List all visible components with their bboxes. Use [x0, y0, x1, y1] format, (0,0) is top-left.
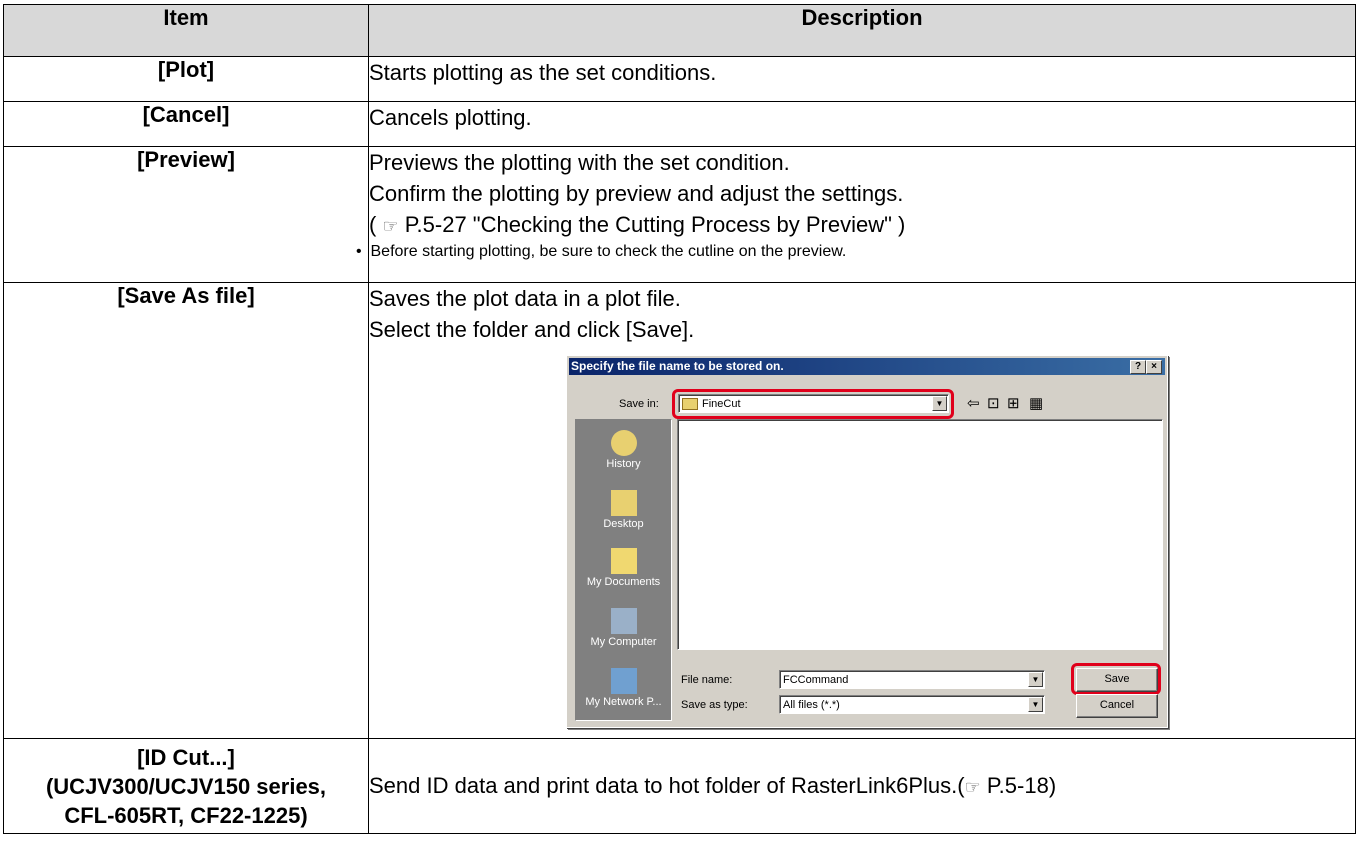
view-menu-icon[interactable]: ▦	[1029, 396, 1043, 412]
back-icon[interactable]: ⇦	[967, 396, 980, 412]
new-folder-icon[interactable]: ⊞	[1007, 396, 1020, 412]
network-icon	[610, 668, 637, 694]
desc-save-as-file: Saves the plot data in a plot file. Sele…	[368, 282, 1356, 739]
item-cancel: [Cancel]	[3, 101, 369, 147]
item-plot: [Plot]	[3, 56, 369, 102]
ref-text: P.5-27 "Checking the Cutting Process by …	[398, 212, 906, 237]
history-icon	[610, 430, 637, 456]
bullet-icon: •	[356, 243, 371, 260]
desc-line: Select the folder and click [Save].	[369, 317, 695, 342]
file-name-input[interactable]: FCCommand ▼	[779, 670, 1045, 689]
table-row: [Save As file] Saves the plot data in a …	[3, 282, 1356, 739]
save-dialog: Specify the file name to be stored on. ?…	[566, 355, 1168, 728]
pointing-hand-icon: ☞	[964, 776, 981, 798]
table-row: [ID Cut...] (UCJV300/UCJV150 series, CFL…	[3, 738, 1356, 834]
table-row: [Plot] Starts plotting as the set condit…	[3, 56, 1356, 102]
desc-preview: Previews the plotting with the set condi…	[356, 146, 1356, 283]
file-name-value: FCCommand	[783, 674, 849, 686]
save-type-label: Save as type:	[681, 699, 748, 711]
file-name-label: File name:	[681, 674, 733, 686]
place-my-computer[interactable]: My Computer	[576, 608, 671, 649]
up-folder-icon[interactable]: ⊡	[987, 396, 1000, 412]
help-button[interactable]: ?	[1130, 360, 1146, 374]
pointing-hand-icon: ☞	[382, 216, 399, 237]
dialog-title: Specify the file name to be stored on.	[569, 358, 1165, 375]
description-table: Item Description [Plot] Starts plotting …	[3, 4, 1356, 834]
desktop-icon	[610, 490, 637, 516]
place-my-documents[interactable]: My Documents	[576, 548, 671, 589]
header-item: Item	[3, 4, 369, 57]
save-type-value: All files (*.*)	[783, 699, 840, 711]
note-line: • Before starting plotting, be sure to c…	[352, 242, 1355, 262]
places-bar: History Desktop My Documents My Computer…	[575, 419, 672, 721]
save-type-select[interactable]: All files (*.*) ▼	[779, 695, 1045, 714]
computer-icon	[610, 608, 637, 634]
save-in-label: Save in:	[619, 398, 659, 410]
desc-line: Previews the plotting with the set condi…	[369, 150, 790, 175]
highlight-box	[672, 389, 954, 419]
file-list[interactable]	[677, 419, 1163, 650]
table-row: [Cancel] Cancels plotting.	[3, 101, 1356, 147]
desc-line: Saves the plot data in a plot file.	[369, 286, 681, 311]
desc-line: Confirm the plotting by preview and adju…	[369, 181, 904, 206]
close-button[interactable]: ×	[1146, 360, 1162, 374]
highlight-box	[1071, 663, 1161, 695]
place-network[interactable]: My Network P...	[576, 668, 671, 709]
desc-cancel: Cancels plotting.	[368, 101, 1356, 147]
folder-icon	[610, 548, 637, 574]
item-id-cut: [ID Cut...] (UCJV300/UCJV150 series, CFL…	[3, 738, 369, 834]
dropdown-arrow-icon[interactable]: ▼	[1028, 697, 1043, 712]
table-row: [Preview] Previews the plotting with the…	[3, 146, 1356, 283]
place-desktop[interactable]: Desktop	[576, 490, 671, 531]
table-header: Item Description	[3, 4, 1356, 57]
item-save-as-file: [Save As file]	[3, 282, 369, 739]
note-text: Before starting plotting, be sure to che…	[370, 243, 847, 260]
cancel-button[interactable]: Cancel	[1076, 694, 1158, 718]
place-history[interactable]: History	[576, 430, 671, 471]
item-preview: [Preview]	[3, 146, 369, 283]
desc-plot: Starts plotting as the set conditions.	[368, 56, 1356, 102]
desc-id-cut: Send ID data and print data to hot folde…	[368, 738, 1356, 834]
ref-prefix: (	[369, 212, 383, 237]
dropdown-arrow-icon[interactable]: ▼	[1028, 672, 1043, 687]
header-description: Description	[368, 4, 1356, 57]
reference-line: ( ☞ P.5-27 "Checking the Cutting Process…	[369, 209, 1355, 242]
